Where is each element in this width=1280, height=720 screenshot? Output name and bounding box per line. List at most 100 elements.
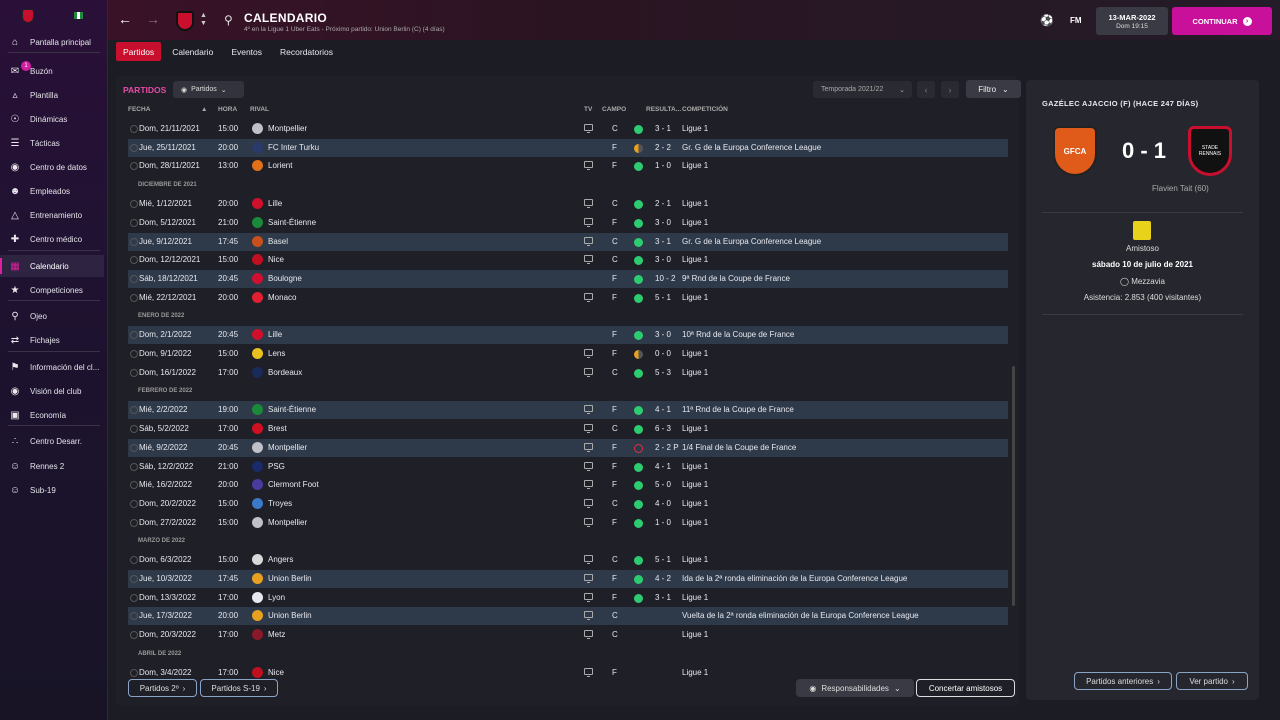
competition[interactable]: Ligue 1 xyxy=(682,555,708,564)
table-row[interactable]: Dom, 6/3/2022 15:00 Angers C 5 - 1 Ligue 1 xyxy=(128,551,1008,569)
row-check-icon[interactable] xyxy=(130,668,138,677)
sidebar-item-centro-de-datos[interactable]: ◉ Centro de datos xyxy=(0,156,104,178)
row-check-icon[interactable] xyxy=(130,162,138,171)
col-campo[interactable]: CAMPO xyxy=(602,106,626,113)
tab-eventos[interactable]: Eventos xyxy=(224,42,269,61)
tab-recordatorios[interactable]: Recordatorios xyxy=(273,42,340,61)
score[interactable]: 1 - 0 xyxy=(655,161,671,170)
table-row[interactable]: Dom, 12/12/2021 15:00 Nice C 3 - 0 Ligue 1 xyxy=(128,251,1008,269)
table-row[interactable]: Sáb, 12/2/2022 21:00 PSG F 4 - 1 Ligue 1 xyxy=(128,458,1008,476)
competition[interactable]: Ligue 1 xyxy=(682,349,708,358)
competition[interactable]: Ligue 1 xyxy=(682,593,708,602)
club-logo-icon[interactable] xyxy=(252,497,263,509)
forward-arrow-icon[interactable]: → xyxy=(146,11,160,27)
competition[interactable]: 9ª Rnd de la Coupe de France xyxy=(682,274,790,283)
row-check-icon[interactable] xyxy=(130,518,138,527)
score[interactable]: 0 - 0 xyxy=(655,349,671,358)
sidebar-item-econom-a[interactable]: ▣ Economía xyxy=(0,404,104,426)
rival-name[interactable]: Saint-Étienne xyxy=(268,218,316,227)
club-logo-icon[interactable] xyxy=(252,272,263,284)
table-row[interactable]: Jue, 25/11/2021 20:00 FC Inter Turku F 2 - 2… xyxy=(128,138,1008,157)
club-logo-icon[interactable] xyxy=(252,460,263,472)
back-arrow-icon[interactable]: ← xyxy=(118,11,132,27)
rival-name[interactable]: Lyon xyxy=(268,593,285,602)
club-logo-icon[interactable] xyxy=(252,291,263,303)
competition[interactable]: Ligue 1 xyxy=(682,218,708,227)
tab-calendario[interactable]: Calendario xyxy=(165,42,220,61)
row-check-icon[interactable] xyxy=(130,612,138,621)
competition[interactable]: Ligue 1 xyxy=(682,424,708,433)
search-icon[interactable]: ⚲ xyxy=(224,13,233,27)
row-check-icon[interactable] xyxy=(130,631,138,640)
football-icon[interactable]: ⚽ xyxy=(1040,14,1054,27)
sidebar-item-calendario[interactable]: ▦ Calendario xyxy=(0,255,104,277)
competition[interactable]: 10ª Rnd de la Coupe de France xyxy=(682,330,794,339)
filter-button[interactable]: Filtro ⌄ xyxy=(966,80,1021,98)
score[interactable]: 3 - 0 xyxy=(655,330,671,339)
score[interactable]: 2 - 2 P xyxy=(655,443,679,452)
club-logo-icon[interactable] xyxy=(252,404,263,416)
col-competicion[interactable]: COMPETICIÓN xyxy=(682,106,728,113)
reserve-matches-button[interactable]: Partidos 2º › xyxy=(128,679,197,697)
table-row[interactable]: Mié, 16/2/2022 20:00 Clermont Foot F 5 - 0 Li… xyxy=(128,476,1008,494)
table-row[interactable]: Dom, 16/1/2022 17:00 Bordeaux C 5 - 3 Ligue 1 xyxy=(128,364,1008,382)
row-check-icon[interactable] xyxy=(130,143,138,152)
score[interactable]: 3 - 0 xyxy=(655,255,671,264)
competition[interactable]: Ligue 1 xyxy=(682,462,708,471)
view-match-button[interactable]: Ver partido › xyxy=(1176,672,1248,690)
competition[interactable]: 1/4 Final de la Coupe de France xyxy=(682,443,796,452)
table-row[interactable]: Jue, 9/12/2021 17:45 Basel C 3 - 1 Gr. G de l… xyxy=(128,232,1008,251)
arrange-friendlies-button[interactable]: Concertar amistosos xyxy=(916,679,1015,697)
score[interactable]: 4 - 0 xyxy=(655,499,671,508)
rival-name[interactable]: Bordeaux xyxy=(268,368,302,377)
competition[interactable]: Ida de la 2ª ronda eliminación de la Eur… xyxy=(682,574,907,583)
rival-name[interactable]: FC Inter Turku xyxy=(268,143,319,152)
table-row[interactable]: Mié, 9/2/2022 20:45 Montpellier F 2 - 2 P 1/4… xyxy=(128,438,1008,457)
season-select[interactable]: Temporada 2021/22 ⌄ xyxy=(813,81,912,98)
score[interactable]: 5 - 3 xyxy=(655,368,671,377)
sidebar-item-plantilla[interactable]: ▵ Plantilla xyxy=(0,84,104,106)
previous-matches-button[interactable]: Partidos anteriores › xyxy=(1074,672,1172,690)
club-logo-icon[interactable] xyxy=(252,216,263,228)
score[interactable]: 6 - 3 xyxy=(655,424,671,433)
competition[interactable]: Gr. G de la Europa Conference League xyxy=(682,237,821,246)
score[interactable]: 4 - 1 xyxy=(655,405,671,414)
row-check-icon[interactable] xyxy=(130,293,138,302)
score[interactable]: 5 - 0 xyxy=(655,480,671,489)
row-check-icon[interactable] xyxy=(130,200,138,209)
club-logo-icon[interactable] xyxy=(252,423,263,435)
row-check-icon[interactable] xyxy=(130,593,138,602)
row-check-icon[interactable] xyxy=(130,556,138,565)
rival-name[interactable]: Nice xyxy=(268,255,284,264)
next-season-button[interactable]: › xyxy=(941,81,959,98)
score[interactable]: 4 - 2 xyxy=(655,574,671,583)
sidebar-item-visi-n-del-club[interactable]: ◉ Visión del club xyxy=(0,380,104,402)
table-row[interactable]: Sáb, 5/2/2022 17:00 Brest C 6 - 3 Ligue 1 xyxy=(128,420,1008,438)
row-check-icon[interactable] xyxy=(130,481,138,490)
rival-name[interactable]: Saint-Étienne xyxy=(268,405,316,414)
row-check-icon[interactable] xyxy=(130,499,138,508)
competition[interactable]: Ligue 1 xyxy=(682,368,708,377)
rival-name[interactable]: Monaco xyxy=(268,293,296,302)
sort-asc-icon[interactable]: ▲ xyxy=(201,106,207,113)
table-row[interactable]: Sáb, 18/12/2021 20:45 Boulogne F 10 - 2 9ª Rn… xyxy=(128,269,1008,288)
score[interactable]: 10 - 2 xyxy=(655,274,675,283)
date-box[interactable]: 13-MAR-2022 Dom 19:15 xyxy=(1096,7,1168,35)
club-logo-icon[interactable] xyxy=(252,348,263,359)
score[interactable]: 2 - 1 xyxy=(655,199,671,208)
rival-name[interactable]: Troyes xyxy=(268,499,292,508)
club-logo-icon[interactable] xyxy=(252,123,263,134)
table-row[interactable]: Dom, 28/11/2021 13:00 Lorient F 1 - 0 Ligue 1 xyxy=(128,157,1008,175)
sidebar-item-pantalla-principal[interactable]: ⌂ Pantalla principal xyxy=(0,31,104,53)
table-row[interactable]: Mié, 1/12/2021 20:00 Lille C 2 - 1 Ligue 1 xyxy=(128,195,1008,213)
col-rival[interactable]: RIVAL xyxy=(250,106,269,113)
rival-name[interactable]: Montpellier xyxy=(268,518,307,527)
row-check-icon[interactable] xyxy=(130,256,138,265)
row-check-icon[interactable] xyxy=(130,218,138,227)
club-logo-icon[interactable] xyxy=(252,235,263,247)
score[interactable]: 4 - 1 xyxy=(655,462,671,471)
rival-name[interactable]: Clermont Foot xyxy=(268,480,319,489)
col-fecha[interactable]: FECHA xyxy=(128,106,150,113)
table-row[interactable]: Jue, 17/3/2022 20:00 Union Berlin C Vuelta d… xyxy=(128,607,1008,626)
rival-name[interactable]: Montpellier xyxy=(268,124,307,133)
